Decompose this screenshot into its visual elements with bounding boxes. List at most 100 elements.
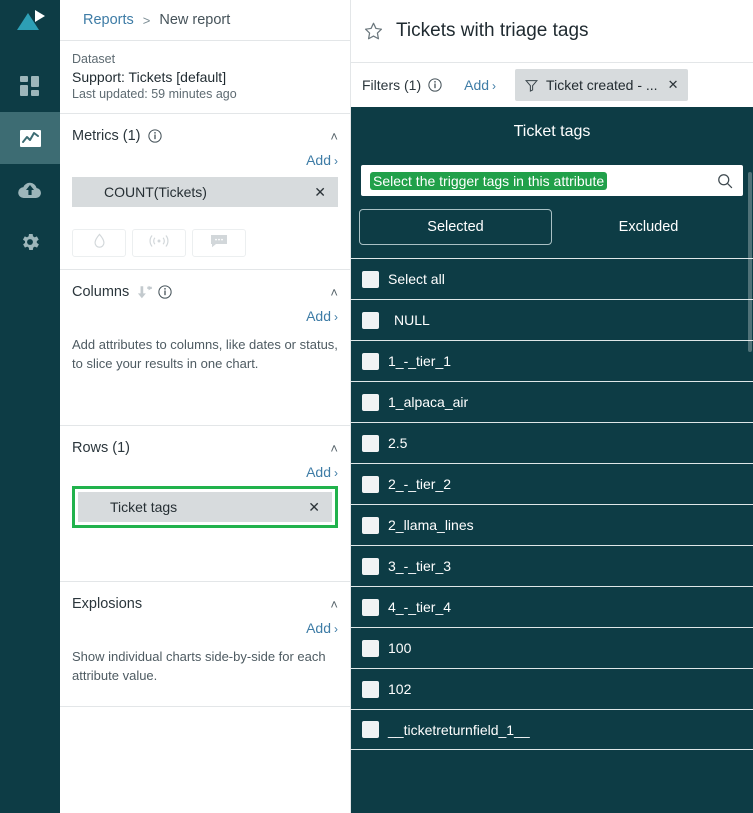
- list-item[interactable]: 2_-_tier_2: [351, 463, 753, 504]
- list-item-label: 2_-_tier_2: [388, 476, 452, 492]
- rows-add-label: Add: [306, 464, 331, 481]
- search-placeholder: Select the trigger tags in this attribut…: [370, 171, 608, 190]
- columns-add-button[interactable]: Add ›: [306, 308, 338, 324]
- checkbox[interactable]: [362, 352, 379, 370]
- metric-chip[interactable]: COUNT(Tickets) ✕: [72, 177, 338, 208]
- left-nav-rail: [0, 0, 60, 813]
- checkbox[interactable]: [362, 393, 379, 411]
- app-root: Reports > New report Dataset Support: Ti…: [0, 0, 753, 813]
- transpose-icon[interactable]: [137, 285, 153, 300]
- list-item[interactable]: 1_alpaca_air: [351, 381, 753, 422]
- list-item[interactable]: 4_-_tier_4: [351, 586, 753, 627]
- cloud-upload-icon: [18, 180, 42, 200]
- chevron-right-icon: ›: [334, 310, 338, 325]
- columns-description: Add attributes to columns, like dates or…: [72, 337, 338, 372]
- filter-chip-ticket-created[interactable]: Ticket created - ... ✕: [515, 69, 689, 101]
- picker-scrollbar-thumb[interactable]: [748, 172, 752, 352]
- metrics-collapse-chevron-icon[interactable]: ˄: [330, 130, 338, 143]
- signal-button[interactable]: [132, 229, 186, 258]
- checkbox[interactable]: [362, 557, 379, 575]
- explosions-add-label: Add: [306, 620, 331, 637]
- info-icon[interactable]: [428, 78, 442, 92]
- filters-add-button[interactable]: Add ›: [464, 77, 496, 93]
- list-item-label: 2_llama_lines: [388, 517, 474, 533]
- list-item-label: 4_-_tier_4: [388, 599, 452, 615]
- dataset-updated: Last updated: 59 minutes ago: [72, 86, 237, 101]
- analytics-icon: [19, 127, 42, 150]
- explosions-add-button[interactable]: Add ›: [306, 620, 338, 636]
- star-outline-icon[interactable]: [363, 21, 384, 42]
- sidebar-item-analytics[interactable]: [0, 112, 60, 164]
- explosions-collapse-chevron-icon[interactable]: ˄: [330, 598, 338, 611]
- filter-funnel-icon: [525, 79, 539, 92]
- sidebar-item-settings[interactable]: [0, 216, 60, 268]
- list-item[interactable]: Select all: [351, 258, 753, 299]
- metric-chip-label: COUNT(Tickets): [104, 184, 207, 201]
- sidebar-item-upload[interactable]: [0, 164, 60, 216]
- chevron-right-icon: ›: [334, 622, 338, 637]
- tab-excluded[interactable]: Excluded: [552, 209, 745, 245]
- logo-mark: [15, 10, 45, 32]
- list-item-label: __ticketreturnfield_1__: [388, 721, 530, 738]
- metrics-header: Metrics (1) ˄: [72, 128, 338, 144]
- list-item[interactable]: 1_-_tier_1: [351, 340, 753, 381]
- filter-chip-remove-icon[interactable]: ✕: [668, 77, 679, 93]
- app-logo[interactable]: [0, 0, 60, 42]
- filters-label: Filters (1): [362, 77, 422, 93]
- metrics-add-button[interactable]: Add ›: [306, 152, 338, 168]
- metrics-section: Metrics (1) ˄ Add › COUNT(Tickets) ✕: [60, 114, 350, 271]
- checkbox[interactable]: [362, 311, 379, 329]
- comment-icon: [210, 234, 228, 253]
- checkbox[interactable]: [362, 475, 379, 493]
- checkbox[interactable]: [362, 639, 379, 657]
- rows-add-button[interactable]: Add ›: [306, 464, 338, 480]
- explosions-title: Explosions: [72, 596, 143, 613]
- report-title-bar: Tickets with triage tags: [351, 0, 753, 63]
- rows-title: Rows (1): [72, 440, 131, 457]
- list-item[interactable]: 2.5: [351, 422, 753, 463]
- checkbox[interactable]: [362, 680, 379, 698]
- info-icon[interactable]: [158, 285, 172, 300]
- rows-collapse-chevron-icon[interactable]: ˄: [330, 442, 338, 455]
- chevron-right-icon: ›: [492, 79, 497, 93]
- columns-collapse-chevron-icon[interactable]: ˄: [330, 286, 338, 299]
- tab-selected[interactable]: Selected: [359, 209, 552, 245]
- search-icon[interactable]: [717, 173, 733, 189]
- chevron-right-icon: ›: [334, 466, 338, 481]
- left-panel-filler: [60, 707, 350, 813]
- checkbox[interactable]: [362, 721, 379, 738]
- attribute-option-list[interactable]: Select all NULL 1_-_tier_1 1_alpaca_air …: [351, 258, 753, 813]
- breadcrumb: Reports > New report: [60, 0, 350, 41]
- list-item[interactable]: __ticketreturnfield_1__: [351, 709, 753, 750]
- list-item[interactable]: 3_-_tier_3: [351, 545, 753, 586]
- checkbox[interactable]: [362, 516, 379, 534]
- droplet-icon: [92, 233, 107, 254]
- checkbox[interactable]: [362, 598, 379, 616]
- list-item[interactable]: 102: [351, 668, 753, 709]
- row-chip-remove-icon[interactable]: ✕: [308, 500, 320, 514]
- row-chip-ticket-tags[interactable]: Ticket tags ✕: [78, 492, 332, 523]
- checkbox[interactable]: [362, 434, 379, 452]
- list-item-label: 100: [388, 640, 412, 656]
- metrics-title: Metrics (1): [72, 128, 141, 145]
- comment-button[interactable]: [192, 229, 246, 258]
- chevron-right-icon: ›: [334, 154, 338, 169]
- breadcrumb-current: New report: [159, 12, 231, 28]
- info-icon[interactable]: [148, 129, 163, 144]
- list-item[interactable]: NULL: [351, 299, 753, 340]
- dataset-name: Support: Tickets [default]: [72, 68, 227, 85]
- explosions-section: Explosions ˄ Add › Show individual charts…: [60, 582, 350, 708]
- filters-bar: Filters (1) Add › Ticket created - ... ✕: [351, 63, 753, 107]
- metric-chip-remove-icon[interactable]: ✕: [314, 185, 326, 199]
- list-item[interactable]: 100: [351, 627, 753, 668]
- list-item-label: 2.5: [388, 435, 408, 451]
- picker-tabs: Selected Excluded: [351, 196, 753, 245]
- search-input[interactable]: Select the trigger tags in this attribut…: [361, 165, 743, 196]
- dataset-info[interactable]: Dataset Support: Tickets [default] Last …: [60, 41, 350, 115]
- breadcrumb-link-reports[interactable]: Reports: [83, 12, 134, 28]
- sidebar-item-dashboard[interactable]: [0, 60, 60, 112]
- columns-section: Columns ˄ Add › Add attributes to columns…: [60, 270, 350, 427]
- checkbox[interactable]: [362, 270, 379, 288]
- list-item[interactable]: 2_llama_lines: [351, 504, 753, 545]
- droplet-button[interactable]: [72, 229, 126, 258]
